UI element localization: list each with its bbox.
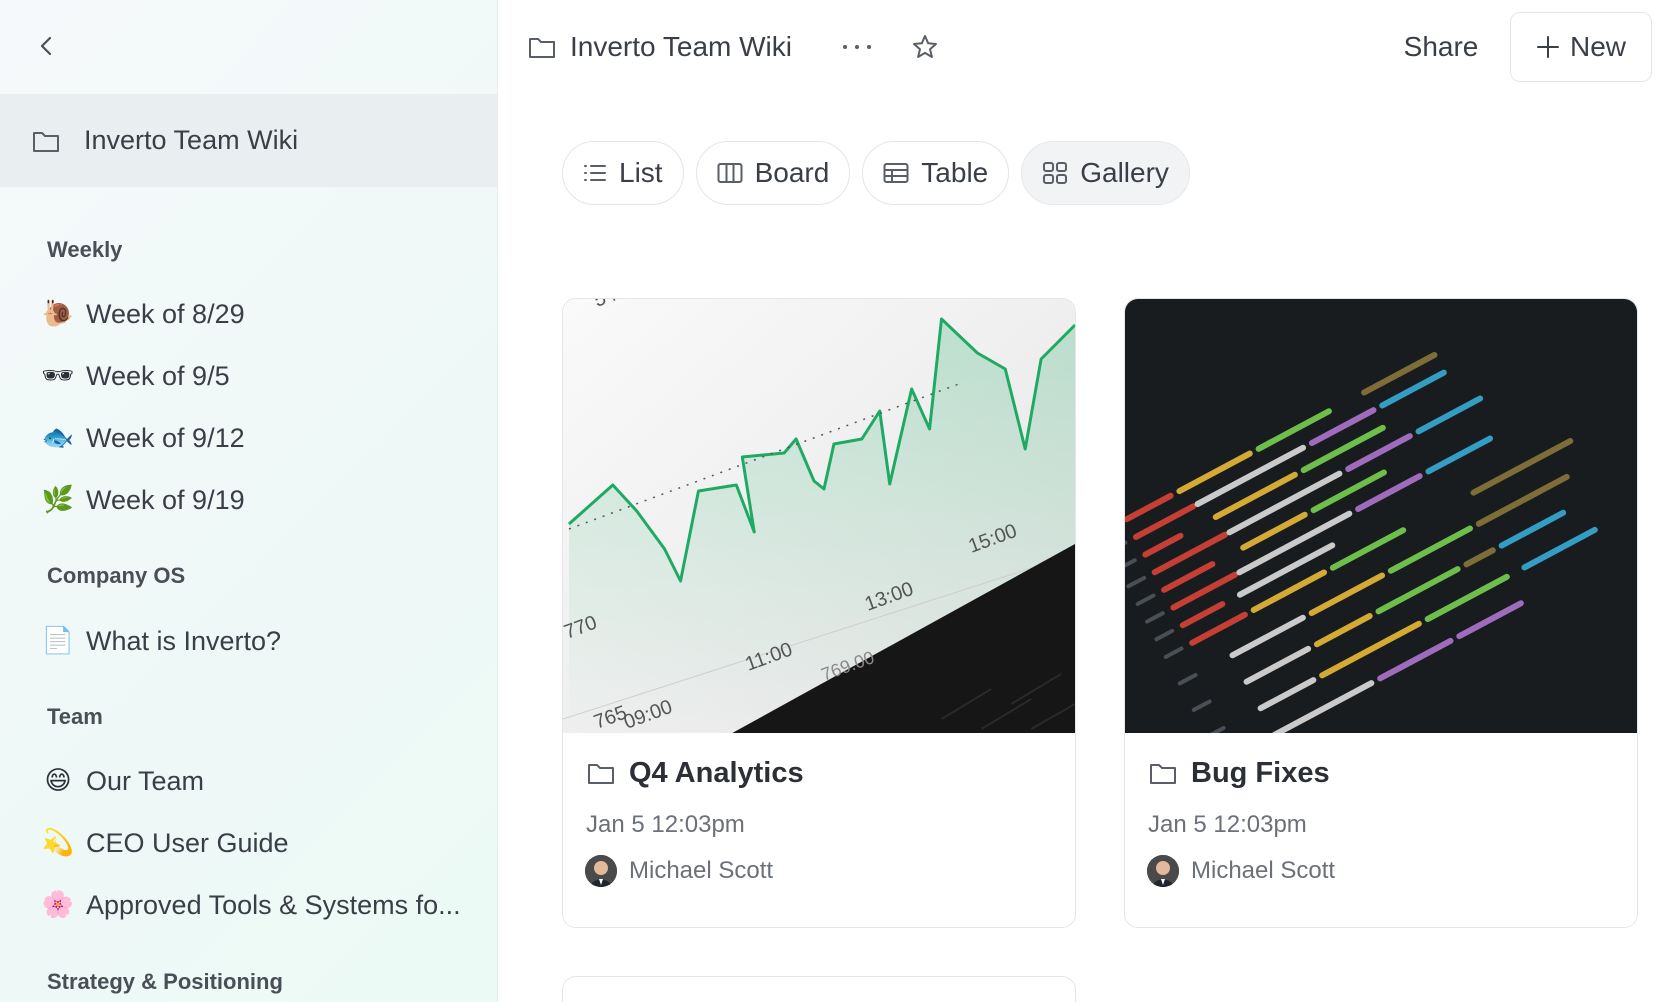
gallery-card-partial[interactable] [562, 976, 1076, 1002]
card-title-row: Bug Fixes [1149, 751, 1330, 795]
card-author-name: Michael Scott [629, 857, 774, 884]
card-title: Q4 Analytics [629, 756, 804, 789]
sidebar-item-label: CEO User Guide [86, 827, 289, 858]
board-icon [717, 163, 743, 183]
tab-label: List [619, 157, 663, 188]
sidebar-item-week-9-19[interactable]: 🌿 Week of 9/19 [40, 475, 480, 525]
sidebar-item-label: Approved Tools & Systems fo... [86, 889, 461, 920]
table-icon [883, 163, 909, 183]
tab-label: Table [921, 157, 989, 188]
herb-icon: 🌿 [41, 485, 75, 515]
avatar [1147, 855, 1179, 887]
section-team: Team [47, 704, 103, 729]
gallery-icon [1043, 162, 1068, 184]
breadcrumb[interactable]: Inverto Team Wiki [528, 26, 792, 68]
sidebar-item-label: What is Inverto? [86, 625, 282, 656]
tab-gallery[interactable]: Gallery [1021, 141, 1190, 205]
card-author-name: Michael Scott [1191, 857, 1336, 884]
sidebar-item-label: Week of 9/12 [86, 422, 245, 453]
more-horizontal-icon [843, 45, 871, 49]
plus-icon [1536, 36, 1559, 58]
analytics-chart-photo: 5 lag 770 765 09:00 11:00 13:00 15:00 76… [563, 299, 1075, 733]
list-icon [584, 165, 606, 181]
tab-board[interactable]: Board [695, 141, 851, 205]
tab-table[interactable]: Table [862, 141, 1010, 205]
sidebar-item-week-8-29[interactable]: 🐌 Week of 8/29 [40, 289, 480, 339]
dizzy-star-icon: 💫 [41, 828, 75, 858]
snail-icon: 🐌 [41, 299, 75, 329]
sidebar-item-approved-tools[interactable]: 🌸 Approved Tools & Systems fo... [40, 880, 480, 930]
sidebar-item-label: Week of 8/29 [86, 298, 245, 329]
tab-list[interactable]: List [562, 141, 684, 205]
sidebar-item-week-9-12[interactable]: 🐟 Week of 9/12 [40, 413, 480, 463]
section-company-os: Company OS [47, 563, 186, 588]
fish-icon: 🐟 [41, 423, 75, 453]
sidebar-current-page[interactable]: Inverto Team Wiki [0, 94, 497, 187]
back-button[interactable] [30, 30, 62, 62]
new-button-label: New [1569, 31, 1626, 62]
smile-icon: 😄 [44, 766, 72, 796]
share-button[interactable]: Share [1386, 26, 1496, 68]
more-options-button[interactable] [836, 28, 878, 66]
view-tabs: List Board Table Gallery [562, 141, 1190, 205]
folder-icon [1150, 764, 1176, 784]
tab-label: Board [754, 157, 830, 188]
gallery-card-bug-fixes[interactable]: Bug Fixes Jan 5 12:03pm Michael Scott [1124, 298, 1638, 928]
sidebar-item-label: Week of 9/19 [86, 484, 245, 515]
sidebar-item-our-team[interactable]: 😄 Our Team [40, 756, 480, 806]
card-date: Jan 5 12:03pm [1148, 811, 1307, 838]
star-icon [913, 35, 937, 58]
sidebar-item-ceo-user-guide[interactable]: 💫 CEO User Guide [40, 818, 480, 868]
favorite-button[interactable] [906, 28, 944, 66]
card-date: Jan 5 12:03pm [586, 811, 745, 838]
new-button[interactable]: New [1510, 12, 1652, 82]
folder-icon [33, 131, 59, 152]
sidebar-item-label: Week of 9/5 [86, 360, 230, 391]
avatar [585, 855, 617, 887]
folder-icon [588, 764, 614, 784]
card-author: Michael Scott [585, 853, 773, 889]
sidebar: Inverto Team Wiki Weekly 🐌 Week of 8/29 … [0, 0, 498, 1002]
folder-icon [529, 38, 555, 58]
sidebar-current-label: Inverto Team Wiki [84, 125, 299, 155]
code-screen-photo [1125, 299, 1637, 733]
gallery-card-q4-analytics[interactable]: 5 lag 770 765 09:00 11:00 13:00 15:00 76… [562, 298, 1076, 928]
card-author: Michael Scott [1147, 853, 1335, 889]
section-strategy-positioning: Strategy & Positioning [47, 969, 283, 994]
section-weekly: Weekly [47, 237, 123, 262]
document-icon: 📄 [41, 626, 75, 656]
sidebar-item-week-9-5[interactable]: 🕶 Week of 9/5 [40, 351, 480, 401]
card-title-row: Q4 Analytics [587, 751, 804, 795]
sidebar-item-label: Our Team [86, 765, 205, 796]
blossom-icon: 🌸 [41, 890, 75, 920]
top-bar: Inverto Team Wiki Share New [498, 0, 1660, 94]
breadcrumb-label: Inverto Team Wiki [570, 31, 792, 62]
tab-label: Gallery [1080, 157, 1169, 188]
sidebar-item-what-is-inverto[interactable]: 📄 What is Inverto? [40, 616, 480, 666]
chevron-left-icon [40, 36, 52, 56]
card-title: Bug Fixes [1191, 756, 1330, 789]
sunglasses-icon: 🕶 [41, 361, 75, 391]
